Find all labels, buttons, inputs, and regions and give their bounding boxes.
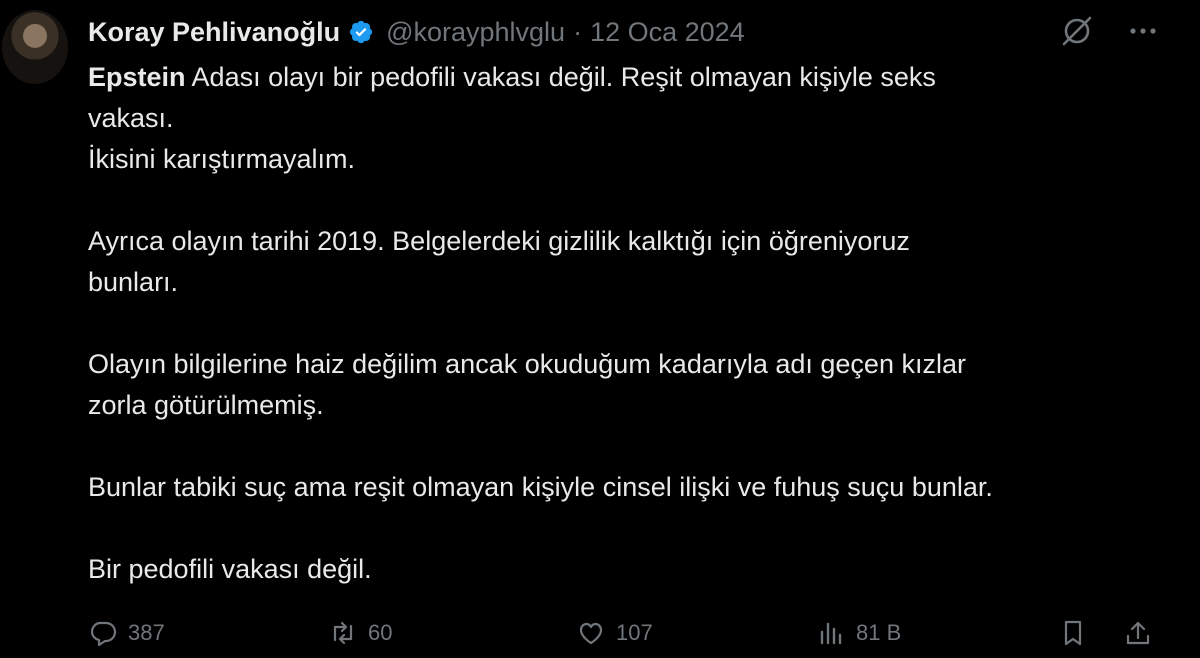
tweet-line: vakası. — [88, 103, 174, 133]
like-button[interactable]: 107 — [576, 618, 653, 648]
tweet-text: Epstein Adası olayı bir pedofili vakası … — [88, 57, 1168, 590]
more-icon[interactable] — [1126, 14, 1160, 48]
tweet-line: Olayın bilgilerine haiz değilim ancak ok… — [88, 349, 966, 379]
avatar[interactable] — [2, 10, 68, 84]
tweet-line: Bir pedofili vakası değil. — [88, 554, 372, 584]
repost-button[interactable]: 60 — [328, 618, 392, 648]
grok-icon[interactable] — [1060, 14, 1094, 48]
tweet-top-actions — [1060, 14, 1160, 48]
author-handle[interactable]: @korayphlvglu — [386, 17, 565, 48]
tweet-actions: 387 60 107 81 B — [88, 618, 1168, 658]
reply-count: 387 — [128, 620, 165, 645]
repost-count: 60 — [368, 620, 393, 645]
reply-icon — [90, 621, 117, 647]
reply-button[interactable]: 387 — [88, 618, 165, 648]
tweet-date[interactable]: 12 Oca 2024 — [590, 17, 745, 48]
views-button[interactable]: 81 B — [816, 618, 901, 648]
bookmark-button[interactable] — [1058, 618, 1088, 648]
views-icon — [820, 622, 842, 645]
like-count: 107 — [616, 620, 653, 645]
tweet-line: Ayrıca olayın tarihi 2019. Belgelerdeki … — [88, 226, 910, 256]
tweet-line: İkisini karıştırmayalım. — [88, 144, 356, 174]
verified-badge-icon — [348, 19, 374, 45]
views-count: 81 B — [856, 620, 902, 645]
separator-dot: · — [573, 16, 583, 47]
repost-icon — [333, 621, 353, 645]
tweet-line-text: Adası olayı bir pedofili vakası değil. R… — [185, 62, 936, 92]
tweet-line: Bunlar tabiki suç ama reşit olmayan kişi… — [88, 472, 993, 502]
tweet-first-word: Epstein — [88, 62, 186, 92]
tweet-line: bunları. — [88, 267, 179, 297]
bookmark-icon — [1064, 620, 1082, 646]
share-icon — [1126, 621, 1150, 645]
tweet-line: Epstein Adası olayı bir pedofili vakası … — [88, 57, 1168, 98]
author-name[interactable]: Koray Pehlivanoğlu — [88, 17, 340, 48]
share-button[interactable] — [1123, 618, 1153, 648]
tweet-line: zorla götürülmemiş. — [88, 390, 324, 420]
tweet-header: Koray Pehlivanoğlu @korayphlvglu · 12 Oc… — [88, 14, 745, 50]
like-icon — [579, 622, 603, 645]
